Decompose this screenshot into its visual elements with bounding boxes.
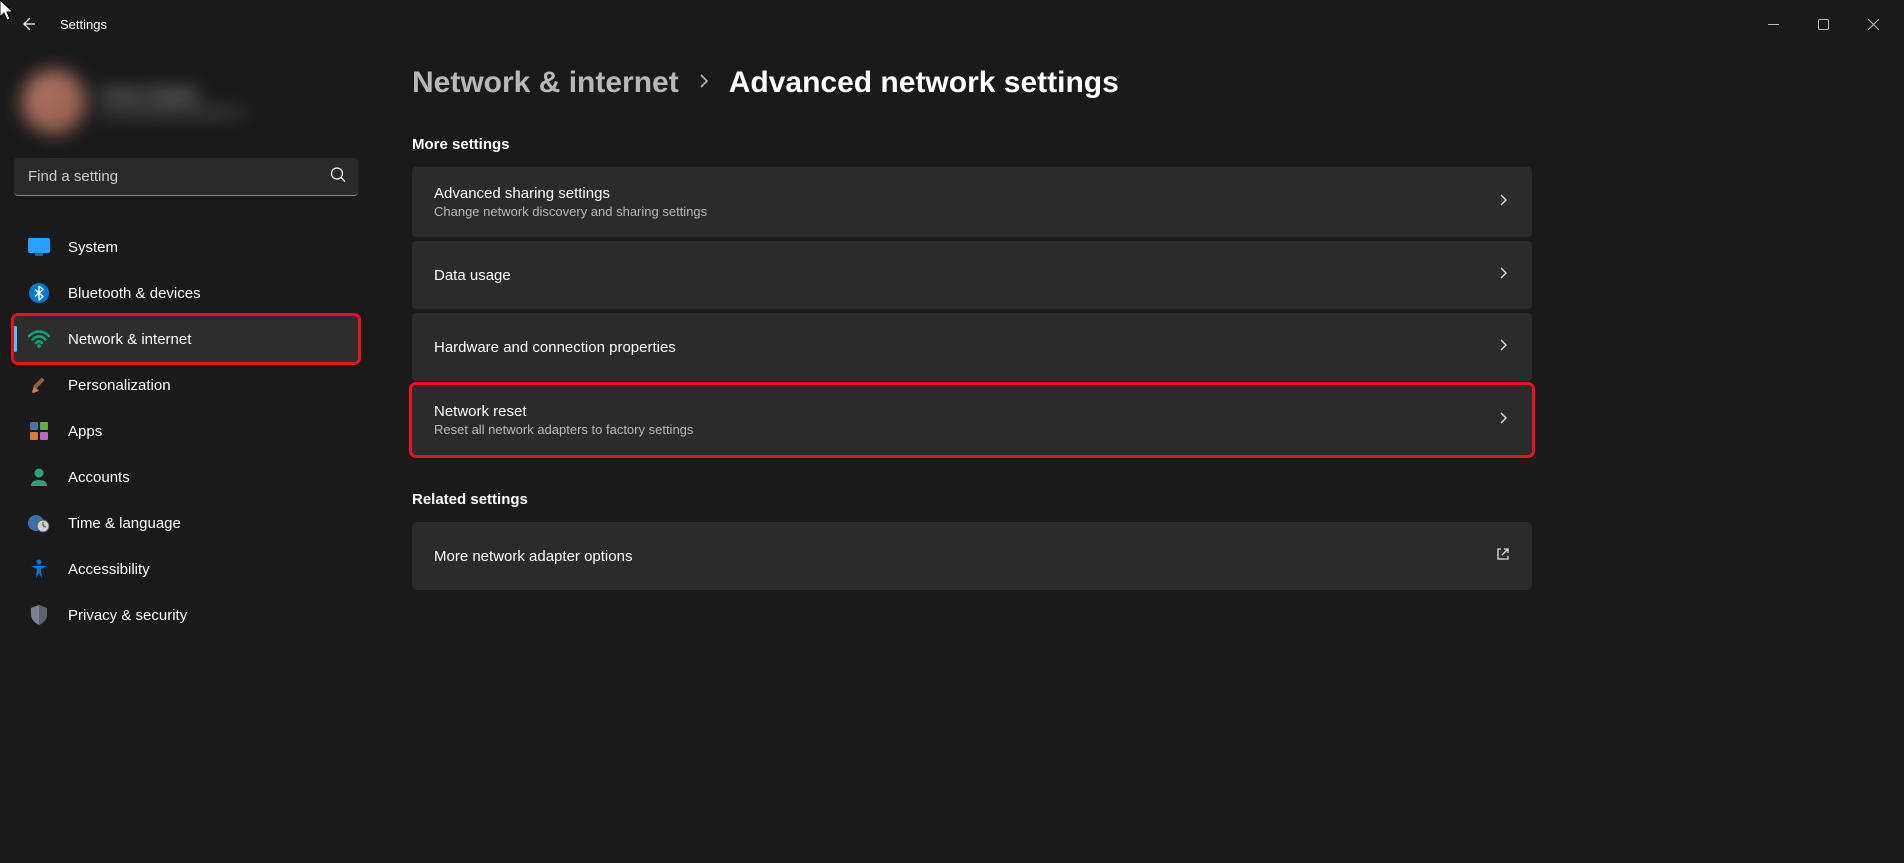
panel-title: Hardware and connection properties [434, 339, 1498, 356]
display-icon [28, 236, 50, 258]
sidebar-item-label: Bluetooth & devices [68, 285, 201, 302]
panel-title: More network adapter options [434, 548, 1496, 565]
maximize-button[interactable] [1800, 8, 1846, 40]
nav-list: System Bluetooth & devices Network & int… [14, 224, 358, 638]
sidebar-item-time[interactable]: Time & language [14, 500, 358, 546]
chevron-right-icon [1498, 193, 1510, 211]
panel-hardware-properties[interactable]: Hardware and connection properties [412, 313, 1532, 381]
profile-area[interactable]: Umar Shaikh umarshaikh@mailinator.inc [14, 60, 358, 158]
sidebar-item-label: Accounts [68, 469, 130, 486]
panel-title: Network reset [434, 403, 1498, 420]
main-content: Network & internet Advanced network sett… [372, 48, 1572, 863]
panel-subtitle: Reset all network adapters to factory se… [434, 422, 1498, 437]
chevron-right-icon [1498, 338, 1510, 356]
minimize-icon [1768, 19, 1779, 30]
arrow-left-icon [20, 16, 36, 32]
breadcrumb-parent[interactable]: Network & internet [412, 66, 679, 100]
accessibility-icon [28, 558, 50, 580]
person-icon [28, 466, 50, 488]
search-wrap [14, 158, 358, 196]
panel-title: Advanced sharing settings [434, 185, 1498, 202]
section-heading-more: More settings [412, 136, 1532, 153]
chevron-right-icon [697, 74, 711, 93]
back-button[interactable] [8, 4, 48, 44]
shield-icon [28, 604, 50, 626]
search-input[interactable] [14, 158, 358, 196]
bluetooth-icon [28, 282, 50, 304]
panel-data-usage[interactable]: Data usage [412, 241, 1532, 309]
panel-group-related: More network adapter options [412, 522, 1532, 590]
sidebar-item-label: Time & language [68, 515, 181, 532]
app-title: Settings [60, 17, 107, 32]
minimize-button[interactable] [1750, 8, 1796, 40]
sidebar-item-privacy[interactable]: Privacy & security [14, 592, 358, 638]
sidebar-item-network[interactable]: Network & internet [14, 316, 358, 362]
panel-advanced-sharing[interactable]: Advanced sharing settings Change network… [412, 167, 1532, 237]
close-icon [1868, 19, 1879, 30]
avatar [22, 70, 86, 134]
wifi-icon [28, 328, 50, 350]
profile-email: umarshaikh@mailinator.inc [100, 105, 244, 119]
sidebar-item-label: System [68, 239, 118, 256]
breadcrumb: Network & internet Advanced network sett… [412, 66, 1532, 100]
titlebar: Settings [0, 0, 1904, 48]
chevron-right-icon [1498, 266, 1510, 284]
panel-subtitle: Change network discovery and sharing set… [434, 204, 1498, 219]
sidebar-item-label: Accessibility [68, 561, 150, 578]
window-controls [1750, 8, 1896, 40]
sidebar-item-label: Personalization [68, 377, 171, 394]
close-button[interactable] [1850, 8, 1896, 40]
external-link-icon [1496, 547, 1510, 566]
maximize-icon [1818, 19, 1829, 30]
section-heading-related: Related settings [412, 491, 1532, 508]
chevron-right-icon [1498, 411, 1510, 429]
sidebar-item-system[interactable]: System [14, 224, 358, 270]
paintbrush-icon [28, 374, 50, 396]
sidebar-item-accessibility[interactable]: Accessibility [14, 546, 358, 592]
apps-icon [28, 420, 50, 442]
sidebar: Umar Shaikh umarshaikh@mailinator.inc Sy… [0, 48, 372, 863]
clock-globe-icon [28, 512, 50, 534]
panel-network-reset[interactable]: Network reset Reset all network adapters… [412, 385, 1532, 455]
sidebar-item-label: Apps [68, 423, 102, 440]
panel-more-adapter-options[interactable]: More network adapter options [412, 522, 1532, 590]
sidebar-item-accounts[interactable]: Accounts [14, 454, 358, 500]
sidebar-item-bluetooth[interactable]: Bluetooth & devices [14, 270, 358, 316]
profile-name: Umar Shaikh [100, 85, 244, 105]
sidebar-item-apps[interactable]: Apps [14, 408, 358, 454]
sidebar-item-personalization[interactable]: Personalization [14, 362, 358, 408]
sidebar-item-label: Privacy & security [68, 607, 187, 624]
panel-group-more: Advanced sharing settings Change network… [412, 167, 1532, 455]
panel-title: Data usage [434, 267, 1498, 284]
breadcrumb-current: Advanced network settings [729, 66, 1119, 100]
sidebar-item-label: Network & internet [68, 331, 191, 348]
